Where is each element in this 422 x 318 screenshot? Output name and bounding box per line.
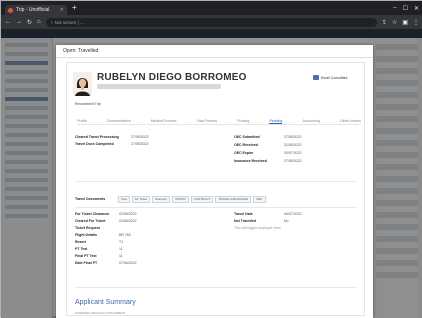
modal-body: RUBELYN DIEGO BORROMEO Email Consultant …	[66, 62, 365, 316]
doc-chip[interactable]: OPPCR	[171, 196, 189, 203]
new-tab-icon[interactable]: +	[72, 1, 77, 15]
section-divider	[75, 287, 357, 288]
modal-title: Open: Travelled	[56, 45, 373, 58]
tab-title: Trip - Unofficial	[16, 7, 50, 13]
detail-tabs: Profile Documentation Medical Process Vi…	[77, 117, 361, 125]
share-icon[interactable]: ⇪	[382, 19, 387, 26]
field-oec-received: OEC Received 31/05/2022	[234, 143, 302, 147]
tab-close-icon[interactable]: ✕	[60, 7, 64, 13]
avatar	[73, 72, 92, 96]
field-resort: Resort T1	[75, 240, 124, 244]
section-divider	[75, 207, 357, 208]
address-bar: ← → ↻ ⌂ ○ Not secure | ... ⇪ ☆ ▣ ⋮	[1, 15, 422, 29]
tab-flowing[interactable]: Flowing	[237, 117, 249, 124]
tab-accounting[interactable]: Accounting	[302, 117, 319, 124]
email-icon	[313, 75, 319, 80]
field-not-travelled: Not Travelled No	[234, 219, 289, 223]
applicant-name: RUBELYN DIEGO BORROMEO	[97, 72, 247, 83]
doc-chip[interactable]: Air Ticket	[131, 196, 151, 203]
recruitment-trip-label: Recruitment Trip	[75, 102, 101, 106]
travel-documents-chips: Visa Air Ticket Passport OPPCR CONTRACT …	[118, 196, 266, 203]
app-window: Trip - Unofficial ✕ + – ☐ ✕ ← → ↻ ⌂ ○ No…	[0, 0, 422, 318]
field-pt-test: PT Test 11	[75, 247, 123, 251]
minimize-icon[interactable]: –	[393, 5, 396, 11]
doc-chip[interactable]: OEC	[253, 196, 266, 203]
email-button-label: Email Consultant	[321, 75, 348, 80]
close-window-icon[interactable]: ✕	[414, 5, 419, 12]
applicant-summary-title: Applicant Summary	[75, 299, 136, 306]
tab-pending[interactable]: Pending	[269, 117, 283, 124]
doc-chip[interactable]: Passport	[152, 196, 170, 203]
extensions-icon[interactable]: ▣	[402, 19, 408, 26]
applicant-summary-entry: 01/06/2022 GRS DAO ATTACHMENT	[75, 311, 126, 315]
section-divider	[75, 181, 357, 182]
tab-medical-process[interactable]: Medical Process	[151, 117, 177, 124]
travel-documents-label: Travel Documents	[75, 197, 106, 201]
field-cleared-for-ticket: Cleared For Ticket 02/06/2022	[75, 219, 137, 223]
maximize-icon[interactable]: ☐	[403, 5, 408, 12]
field-travel-docs-completed: Travel Docs Completed 27/05/2022	[75, 142, 149, 146]
applicant-id-bar	[97, 84, 221, 89]
reload-icon[interactable]: ↻	[27, 19, 32, 26]
email-consultant-button[interactable]: Email Consultant	[313, 74, 357, 81]
field-date-final-pt: Date Final PT 07/06/2022	[75, 261, 137, 265]
field-for-ticket-clearance: For Ticket Clearance 02/06/2022	[75, 212, 137, 216]
field-oec-expire: OEC Expire 30/07/2022	[234, 151, 302, 155]
menu-icon[interactable]: ⋮	[413, 19, 419, 26]
doc-chip[interactable]: Visa	[118, 196, 130, 203]
field-oec-submitted: OEC Submitted 27/05/2022	[234, 135, 302, 139]
field-cleared-travel-processing: Cleared Travel Processing 27/05/2022	[75, 135, 149, 139]
star-icon[interactable]: ☆	[392, 19, 397, 26]
browser-tabbar: Trip - Unofficial ✕ + – ☐ ✕	[1, 1, 422, 16]
browser-tab[interactable]: Trip - Unofficial ✕	[5, 4, 67, 16]
field-travel-date: Travel Date 06/07/2022	[234, 212, 302, 216]
url-input[interactable]: ○ Not secure | ...	[45, 17, 377, 27]
recruitment-trip: Recruitment Trip	[75, 102, 101, 106]
tab-visa-process[interactable]: Visa Process	[197, 117, 217, 124]
tab-profile[interactable]: Profile	[77, 117, 87, 124]
back-icon[interactable]: ←	[5, 19, 11, 25]
forward-icon[interactable]: →	[16, 19, 22, 25]
home-icon[interactable]: ⌂	[37, 19, 41, 25]
tab-other-actions[interactable]: Other Actions	[340, 117, 361, 124]
tab-documentation[interactable]: Documentation	[107, 117, 131, 124]
applicant-modal: Open: Travelled RUBELYN DIEGO BORROMEO E…	[56, 45, 373, 318]
doc-chip[interactable]: TRAVEL INSURANCE	[215, 196, 252, 203]
field-final-pt-test: Final PT Test 11	[75, 254, 123, 258]
tab-favicon-icon	[8, 7, 13, 13]
window-controls: – ☐ ✕	[393, 1, 419, 15]
field-insurance-received: Insurance Received 27/05/2022	[234, 159, 302, 163]
doc-chip[interactable]: CONTRACT	[190, 196, 214, 203]
field-flight-details: Flight Details BR 783	[75, 233, 131, 237]
field-ticket-request: Ticket Request	[75, 226, 100, 230]
